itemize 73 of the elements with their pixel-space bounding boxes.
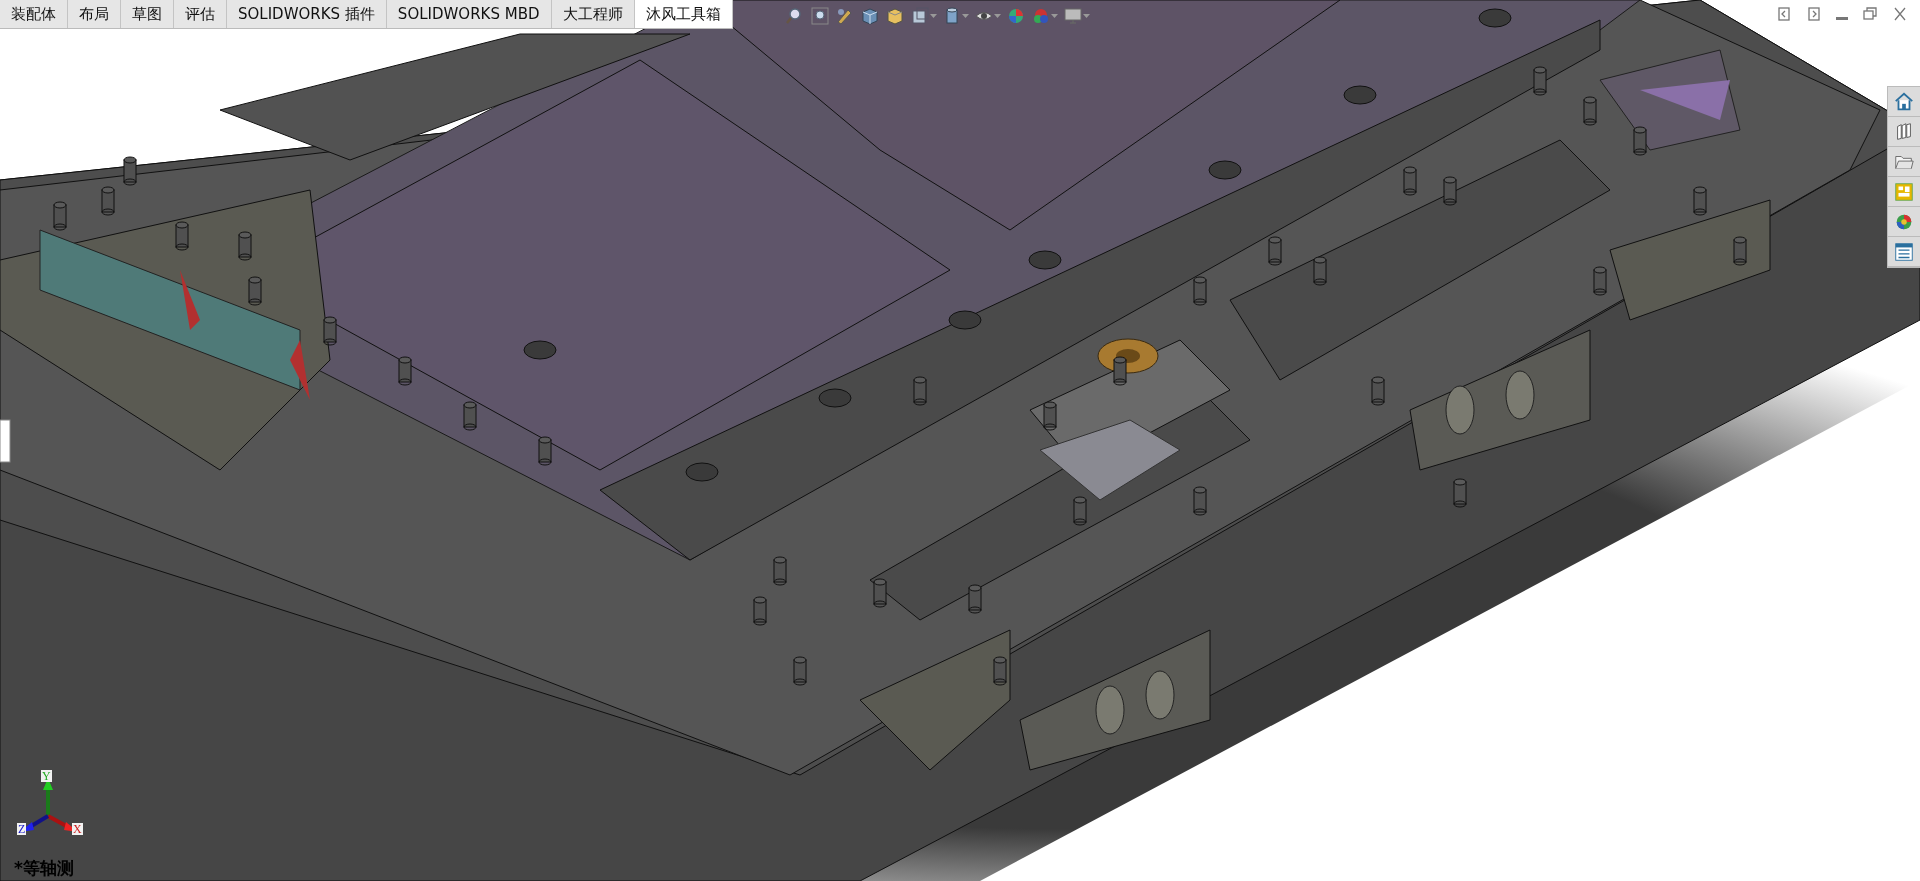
z-axis-label: Z bbox=[17, 823, 27, 835]
pin-drawing bbox=[1443, 176, 1457, 206]
x-axis-label: X bbox=[72, 823, 83, 835]
pin-drawing bbox=[1113, 356, 1127, 386]
monitor-icon bbox=[1063, 6, 1083, 26]
cube-icon bbox=[860, 6, 880, 26]
restore-button[interactable] bbox=[1862, 6, 1878, 22]
pin-drawing bbox=[873, 578, 887, 608]
close-button[interactable] bbox=[1892, 6, 1908, 22]
pin-drawing bbox=[538, 436, 552, 466]
task-pane-tab[interactable] bbox=[1888, 87, 1920, 117]
task-pane-tab[interactable] bbox=[1888, 207, 1920, 237]
hole-drawing bbox=[523, 340, 557, 360]
hole-drawing bbox=[948, 310, 982, 330]
pin-drawing bbox=[1193, 486, 1207, 516]
side-handle[interactable] bbox=[0, 419, 11, 463]
pin-drawing bbox=[1268, 236, 1282, 266]
restore-icon bbox=[1862, 6, 1878, 22]
pin-drawing bbox=[913, 376, 927, 406]
color-sphere-icon bbox=[1006, 6, 1026, 26]
y-axis-label: Y bbox=[41, 770, 52, 782]
view-toolbar-button[interactable] bbox=[884, 5, 906, 27]
list-icon bbox=[1893, 240, 1915, 263]
dock-left-button[interactable] bbox=[1776, 6, 1792, 22]
dock-left-icon bbox=[1776, 6, 1792, 22]
pin-drawing bbox=[1371, 376, 1385, 406]
pin-drawing bbox=[993, 656, 1007, 686]
scene-icon bbox=[1031, 6, 1051, 26]
hole-drawing bbox=[1208, 160, 1242, 180]
pin-drawing bbox=[1533, 66, 1547, 96]
task-pane-tab[interactable] bbox=[1888, 177, 1920, 207]
pin-drawing bbox=[463, 401, 477, 431]
pin-drawing bbox=[238, 231, 252, 261]
pin-drawing bbox=[123, 156, 137, 186]
pin-drawing bbox=[1693, 186, 1707, 216]
pin-drawing bbox=[248, 276, 262, 306]
pin-drawing bbox=[1583, 96, 1597, 126]
pin-drawing bbox=[968, 584, 982, 614]
pin-drawing bbox=[1593, 266, 1607, 296]
pin-drawing bbox=[773, 556, 787, 586]
pin-drawing bbox=[1073, 496, 1087, 526]
layout-chart-icon bbox=[1893, 180, 1915, 203]
pin-drawing bbox=[175, 221, 189, 251]
pin-drawing bbox=[1453, 478, 1467, 508]
pin-drawing bbox=[1193, 276, 1207, 306]
pin-drawing bbox=[101, 186, 115, 216]
hole-drawing bbox=[685, 462, 719, 482]
hole-drawing bbox=[1028, 250, 1062, 270]
box-view-icon bbox=[910, 6, 930, 26]
pin-drawing bbox=[1313, 256, 1327, 286]
hole-drawing bbox=[1343, 85, 1377, 105]
close-icon bbox=[1892, 6, 1908, 22]
ribbon-tab[interactable]: 沐风工具箱 bbox=[634, 0, 733, 28]
hole-drawing bbox=[1478, 8, 1512, 28]
pin-drawing bbox=[1403, 166, 1417, 196]
pin-drawing bbox=[1733, 236, 1747, 266]
task-pane-tab[interactable] bbox=[1888, 147, 1920, 177]
hole-drawing bbox=[818, 388, 852, 408]
view-orientation-label: *等轴测 bbox=[14, 858, 74, 878]
home-icon bbox=[1893, 90, 1915, 113]
pin-drawing bbox=[398, 356, 412, 386]
minimize-icon bbox=[1836, 17, 1848, 20]
task-pane-tab[interactable] bbox=[1888, 237, 1920, 267]
view-toolbar-button[interactable] bbox=[859, 5, 881, 27]
pin-drawing bbox=[1043, 401, 1057, 431]
view-toolbar-button[interactable] bbox=[1062, 5, 1091, 27]
shaded-cube-icon bbox=[885, 6, 905, 26]
pin-drawing bbox=[53, 201, 67, 231]
dock-right-icon bbox=[1806, 6, 1822, 22]
pin-drawing bbox=[793, 656, 807, 686]
task-pane-tab[interactable] bbox=[1888, 117, 1920, 147]
dock-right-button[interactable] bbox=[1806, 6, 1822, 22]
pin-drawing bbox=[753, 596, 767, 626]
